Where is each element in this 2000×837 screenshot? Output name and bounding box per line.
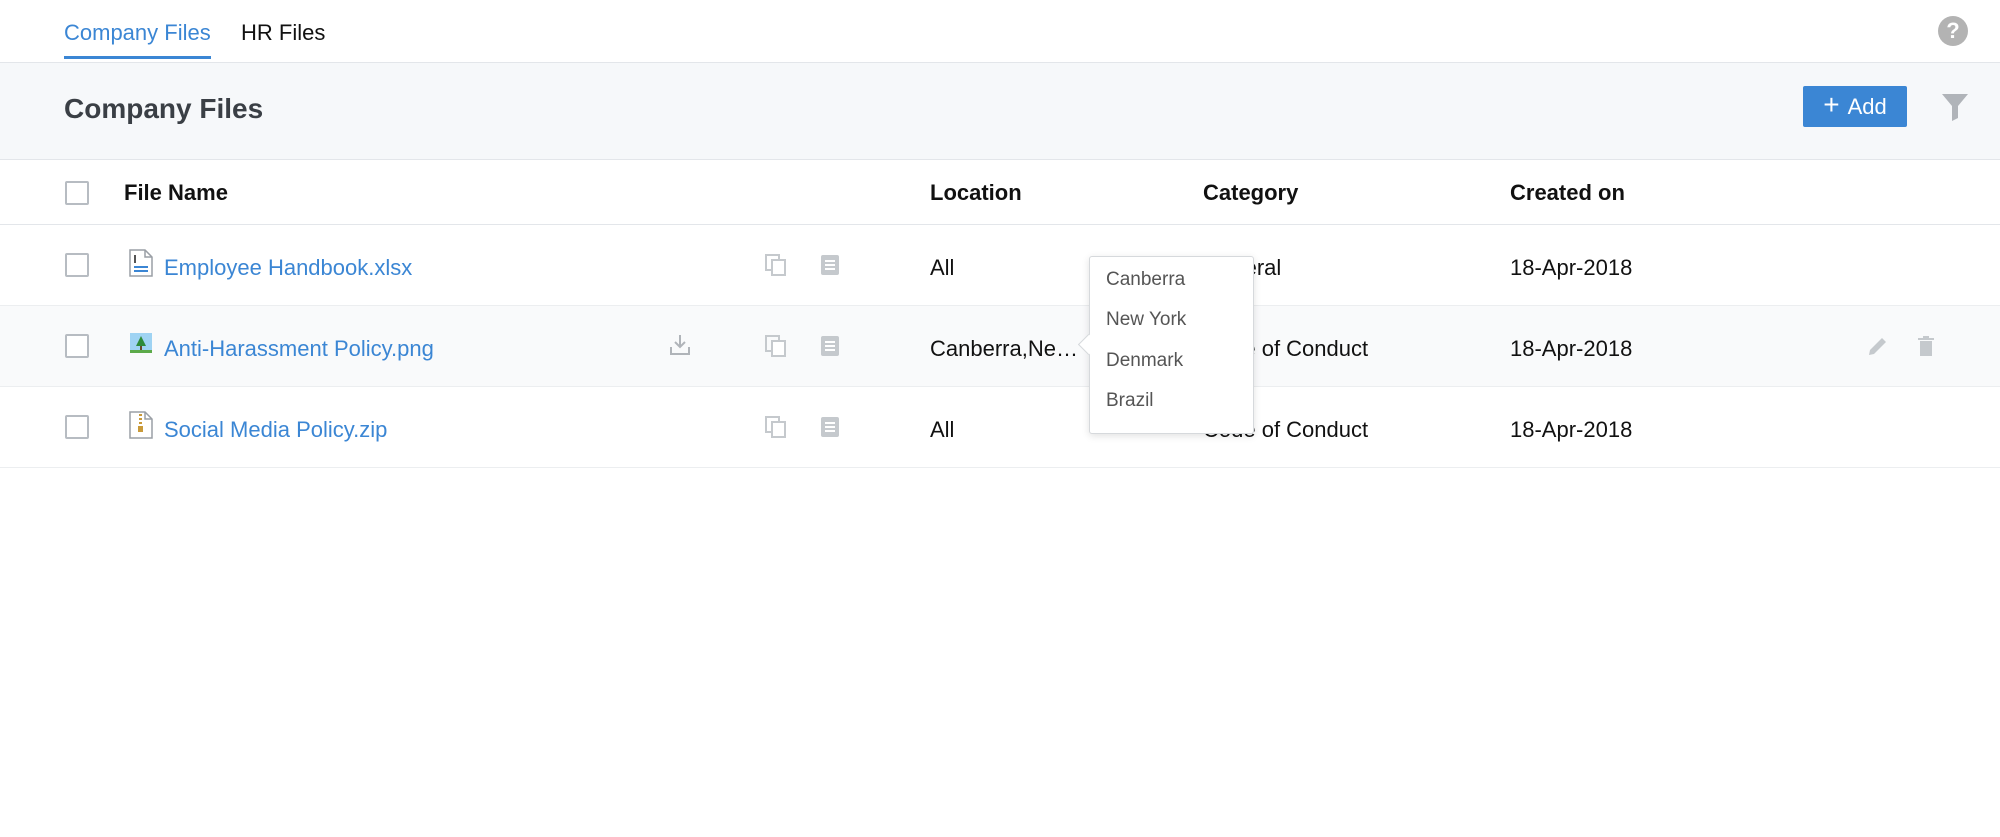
column-created-on[interactable]: Created on	[1510, 180, 1625, 206]
copy-icon[interactable]	[764, 253, 788, 277]
location-popover: Canberra New York Denmark Brazil	[1077, 256, 1254, 434]
location-cell: All	[930, 417, 955, 442]
column-file-name[interactable]: File Name	[124, 180, 228, 206]
row-checkbox[interactable]	[65, 334, 89, 358]
popover-item-denmark[interactable]: Denmark	[1106, 350, 1183, 372]
popover-item-new-york[interactable]: New York	[1106, 309, 1186, 331]
zip-file-icon	[129, 411, 153, 439]
file-name-link[interactable]: Social Media Policy.zip	[164, 417, 387, 443]
column-category[interactable]: Category	[1203, 180, 1298, 206]
column-location[interactable]: Location	[930, 180, 1022, 206]
download-icon[interactable]	[668, 333, 692, 357]
select-all-checkbox[interactable]	[65, 181, 89, 205]
details-icon[interactable]	[818, 253, 842, 277]
add-button-label: Add	[1847, 93, 1887, 119]
created-on-cell: 18-Apr-2018	[1510, 336, 1633, 361]
add-button[interactable]: + Add	[1803, 86, 1907, 127]
details-icon[interactable]	[818, 334, 842, 358]
delete-icon[interactable]	[1914, 334, 1938, 358]
edit-icon[interactable]	[1866, 334, 1890, 358]
table-row[interactable]: Employee Handbook.xlsx All General 18-Ap…	[0, 225, 2000, 306]
row-checkbox[interactable]	[65, 415, 89, 439]
plus-icon: +	[1823, 89, 1840, 120]
created-on-cell: 18-Apr-2018	[1510, 417, 1633, 442]
location-cell[interactable]: Canberra,Ne…	[930, 336, 1078, 362]
file-name-link[interactable]: Employee Handbook.xlsx	[164, 255, 412, 281]
created-on-cell: 18-Apr-2018	[1510, 255, 1633, 280]
page-header: Company Files + Add	[0, 63, 2000, 160]
filter-icon[interactable]	[1941, 92, 1969, 122]
row-checkbox[interactable]	[65, 253, 89, 277]
popover-item-brazil[interactable]: Brazil	[1106, 390, 1154, 412]
location-cell: All	[930, 255, 955, 280]
table-header: File Name Location Category Created on	[0, 160, 2000, 225]
popover-item-canberra[interactable]: Canberra	[1106, 269, 1185, 291]
spreadsheet-file-icon	[129, 249, 153, 277]
table-row[interactable]: Anti-Harassment Policy.png Canberra,Ne… …	[0, 306, 2000, 387]
table-row[interactable]: Social Media Policy.zip All Code of Cond…	[0, 387, 2000, 468]
top-tabs: Company Files HR Files ?	[0, 0, 2000, 63]
tab-company-files[interactable]: Company Files	[64, 20, 211, 59]
copy-icon[interactable]	[764, 415, 788, 439]
help-icon[interactable]: ?	[1938, 16, 1968, 46]
details-icon[interactable]	[818, 415, 842, 439]
tab-hr-files[interactable]: HR Files	[241, 20, 325, 46]
page-title: Company Files	[64, 93, 264, 124]
image-file-icon	[130, 333, 152, 353]
file-name-link[interactable]: Anti-Harassment Policy.png	[164, 336, 434, 362]
copy-icon[interactable]	[764, 334, 788, 358]
